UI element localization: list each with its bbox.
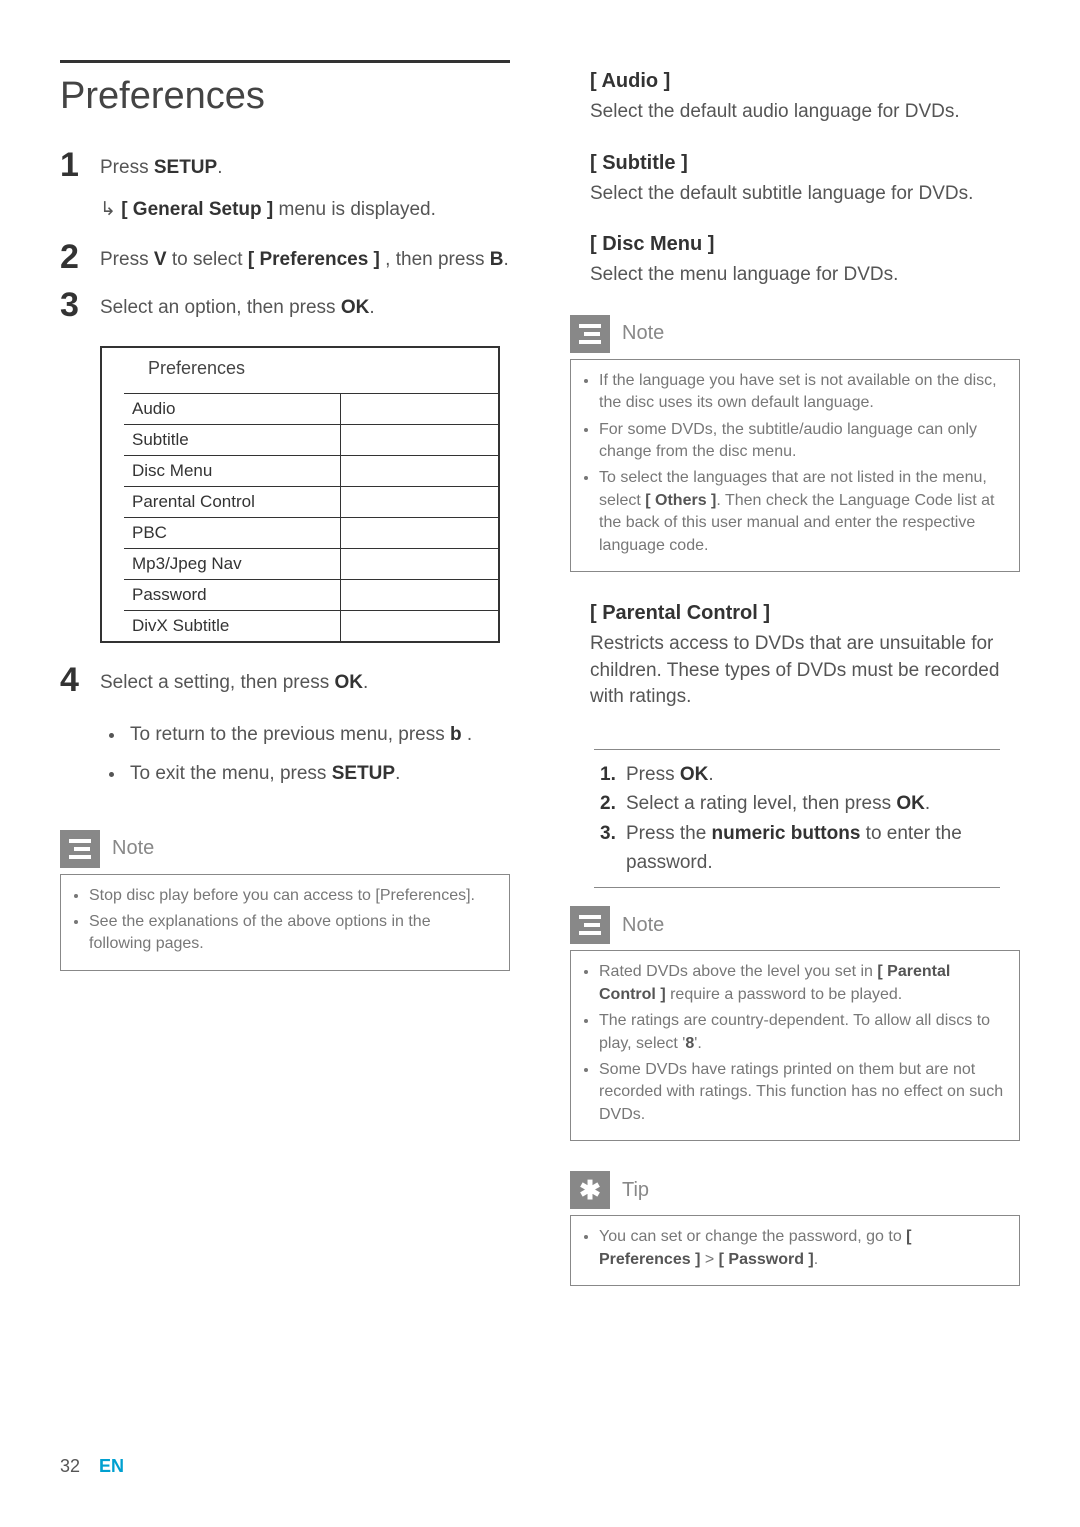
menu-row: DivX Subtitle bbox=[124, 610, 498, 641]
discmenu-heading: [ Disc Menu ] bbox=[590, 233, 1020, 256]
list-item: To exit the menu, press SETUP. bbox=[126, 760, 510, 788]
audio-body: Select the default audio language for DV… bbox=[590, 99, 1020, 126]
note-callout: Note Rated DVDs above the level you set … bbox=[570, 906, 1020, 1141]
parental-heading: [ Parental Control ] bbox=[590, 602, 1020, 625]
text: [ General Setup ] bbox=[121, 199, 273, 220]
text: . bbox=[503, 249, 508, 270]
lang-code: EN bbox=[99, 1456, 124, 1476]
sub-bullets: To return to the previous menu, press b … bbox=[126, 721, 510, 800]
menu-item: Subtitle bbox=[124, 425, 341, 455]
list-item: You can set or change the password, go t… bbox=[599, 1226, 1005, 1271]
note-title: Note bbox=[622, 914, 664, 937]
list-item: 1.Press OK. bbox=[600, 760, 1000, 789]
text: . bbox=[217, 157, 222, 178]
audio-heading: [ Audio ] bbox=[590, 70, 1020, 93]
note-title: Note bbox=[112, 837, 154, 860]
list-item: To select the languages that are not lis… bbox=[599, 467, 1005, 557]
menu-item: PBC bbox=[124, 518, 341, 548]
step-number: 3 bbox=[60, 288, 100, 322]
text: Press bbox=[100, 249, 154, 270]
menu-item: DivX Subtitle bbox=[124, 611, 341, 641]
list-item: Some DVDs have ratings printed on them b… bbox=[599, 1059, 1005, 1126]
menu-row: Password bbox=[124, 579, 498, 610]
menu-item: Password bbox=[124, 580, 341, 610]
note-title: Note bbox=[622, 322, 664, 345]
menu-row: Mp3/Jpeg Nav bbox=[124, 548, 498, 579]
menu-row: Audio bbox=[124, 393, 498, 424]
page-title: Preferences bbox=[60, 75, 510, 118]
text: Press bbox=[100, 157, 154, 178]
parental-steps: 1.Press OK. 2.Select a rating level, the… bbox=[594, 749, 1000, 889]
text: . bbox=[369, 297, 374, 318]
discmenu-body: Select the menu language for DVDs. bbox=[590, 262, 1020, 289]
list-item: 2.Select a rating level, then press OK. bbox=[600, 789, 1000, 818]
subtitle-body: Select the default subtitle language for… bbox=[590, 181, 1020, 208]
list-item: Rated DVDs above the level you set in [ … bbox=[599, 961, 1005, 1006]
menu-row: PBC bbox=[124, 517, 498, 548]
menu-item: Parental Control bbox=[124, 487, 341, 517]
tip-title: Tip bbox=[622, 1179, 649, 1202]
menu-item: Audio bbox=[124, 394, 341, 424]
text: . bbox=[363, 672, 368, 693]
text: [ Preferences ] bbox=[248, 249, 380, 270]
step-number: 1 bbox=[60, 148, 100, 182]
text: OK bbox=[334, 672, 363, 693]
note-icon bbox=[60, 830, 100, 868]
menu-item: Mp3/Jpeg Nav bbox=[124, 549, 341, 579]
menu-title: Preferences bbox=[102, 348, 498, 393]
page-number: 32 bbox=[60, 1456, 80, 1476]
list-item: Stop disc play before you can access to … bbox=[89, 885, 495, 907]
step-1: 1 Press SETUP. bbox=[60, 148, 510, 182]
note-icon bbox=[570, 906, 610, 944]
step-number: 2 bbox=[60, 240, 100, 274]
menu-row: Subtitle bbox=[124, 424, 498, 455]
list-item: If the language you have set is not avai… bbox=[599, 370, 1005, 415]
step-4: 4 Select a setting, then press OK. bbox=[60, 663, 510, 697]
list-item: The ratings are country-dependent. To al… bbox=[599, 1010, 1005, 1055]
step-2: 2 Press V to select [ Preferences ] , th… bbox=[60, 240, 510, 274]
text: SETUP bbox=[154, 157, 217, 178]
text: Select an option, then press bbox=[100, 297, 341, 318]
text: , then press bbox=[380, 249, 490, 270]
text: to select bbox=[167, 249, 248, 270]
list-item: See the explanations of the above option… bbox=[89, 911, 495, 956]
rule bbox=[60, 60, 510, 63]
preferences-menu: Preferences Audio Subtitle Disc Menu Par… bbox=[100, 346, 500, 643]
menu-item: Disc Menu bbox=[124, 456, 341, 486]
tip-callout: ✱ Tip You can set or change the password… bbox=[570, 1171, 1020, 1286]
text: Select a setting, then press bbox=[100, 672, 334, 693]
menu-row: Disc Menu bbox=[124, 455, 498, 486]
text: menu is displayed. bbox=[273, 199, 436, 220]
step-3: 3 Select an option, then press OK. bbox=[60, 288, 510, 322]
step-number: 4 bbox=[60, 663, 100, 697]
note-icon bbox=[570, 315, 610, 353]
parental-body: Restricts access to DVDs that are unsuit… bbox=[590, 631, 1020, 711]
note-callout: Note Stop disc play before you can acces… bbox=[60, 830, 510, 971]
tip-icon: ✱ bbox=[570, 1171, 610, 1209]
text: B bbox=[490, 249, 504, 270]
text: V bbox=[154, 249, 167, 270]
list-item: For some DVDs, the subtitle/audio langua… bbox=[599, 419, 1005, 464]
text: OK bbox=[341, 297, 370, 318]
list-item: To return to the previous menu, press b … bbox=[126, 721, 510, 749]
page-footer: 32 EN bbox=[60, 1456, 124, 1477]
menu-row: Parental Control bbox=[124, 486, 498, 517]
list-item: 3.Press the numeric buttons to enter the… bbox=[600, 819, 1000, 878]
subtitle-heading: [ Subtitle ] bbox=[590, 152, 1020, 175]
note-callout: Note If the language you have set is not… bbox=[570, 315, 1020, 572]
